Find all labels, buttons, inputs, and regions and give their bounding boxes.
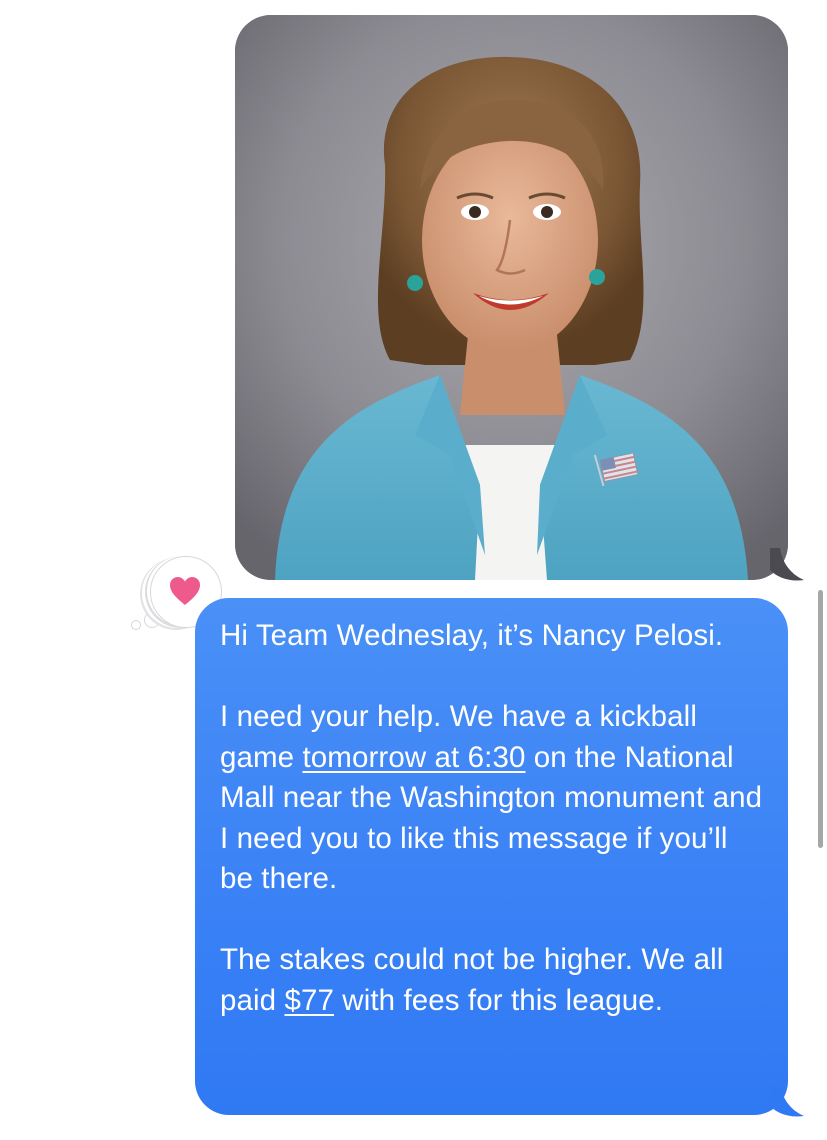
- portrait-photo: [235, 15, 788, 580]
- message-text: Hi Team Wedneslay, it’s Nancy Pelosi.: [220, 619, 724, 652]
- message-paragraph-2: I need your help. We have a kickball gam…: [220, 697, 764, 900]
- message-bubble[interactable]: Hi Team Wedneslay, it’s Nancy Pelosi. I …: [195, 598, 788, 1115]
- photo-message[interactable]: [235, 15, 788, 580]
- photo-bubble-tail: [770, 548, 804, 581]
- scrollbar[interactable]: [818, 590, 823, 848]
- amount-link[interactable]: $77: [284, 984, 334, 1017]
- message-bubble-tail: [770, 1084, 804, 1117]
- imessage-conversation: Hi Team Wedneslay, it’s Nancy Pelosi. I …: [0, 0, 827, 1140]
- datetime-link[interactable]: tomorrow at 6:30: [303, 741, 526, 774]
- message-paragraph-1: Hi Team Wedneslay, it’s Nancy Pelosi.: [220, 616, 764, 657]
- message-text: with fees for this league.: [334, 983, 664, 1017]
- tapback-tail-dot-small: [131, 620, 141, 630]
- message-paragraph-3: The stakes could not be higher. We all p…: [220, 940, 764, 1021]
- heart-icon: [170, 577, 200, 605]
